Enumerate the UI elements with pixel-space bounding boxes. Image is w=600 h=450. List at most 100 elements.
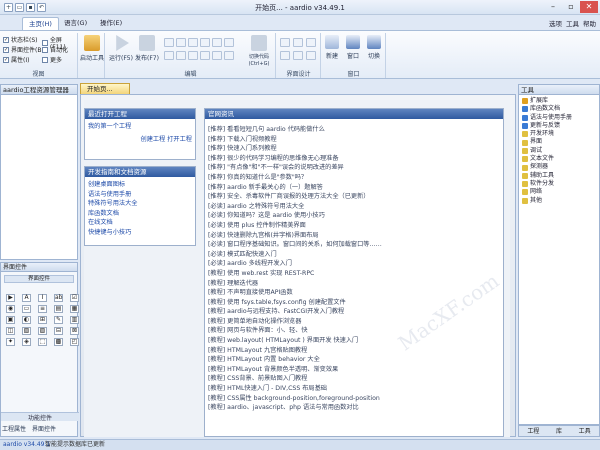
tab-language[interactable]: 语言(G): [58, 17, 93, 30]
publish-button[interactable]: 发布(F7): [134, 35, 160, 62]
switch-window-button[interactable]: 切换: [364, 35, 384, 60]
find-icon[interactable]: [224, 38, 234, 47]
outdent-icon[interactable]: [176, 51, 186, 60]
news-item[interactable]: [必读] 模式匹配快速入门: [208, 250, 500, 260]
news-item[interactable]: [推荐] "有点像"和"不一样"误会的说明改进的差异: [208, 163, 500, 173]
tools-tree-item[interactable]: 界面: [522, 138, 596, 146]
frame-tool[interactable]: ▣: [6, 316, 15, 324]
static-tool[interactable]: ⬚: [38, 338, 47, 346]
picture-tool[interactable]: ▥: [70, 316, 79, 324]
listview-tool[interactable]: ▨: [38, 327, 47, 335]
more-check[interactable]: 更多: [42, 55, 62, 64]
tab-home[interactable]: 主页(H): [22, 17, 59, 30]
bookmark-icon[interactable]: [224, 51, 234, 60]
menu-options[interactable]: 选项: [549, 18, 562, 28]
tools-tree-item[interactable]: 其他: [522, 197, 596, 205]
checkbox-tool[interactable]: ☑: [70, 294, 79, 302]
tools-tree-item[interactable]: 探测器: [522, 163, 596, 171]
controls-subheader[interactable]: 界面控件: [4, 275, 74, 283]
guide-link[interactable]: 特殊符号用法大全: [88, 199, 192, 209]
news-item[interactable]: [教程] web.layout( HTMLayout ) 界面开发 快速入门: [208, 336, 500, 346]
align-left-icon[interactable]: [280, 38, 290, 47]
news-item[interactable]: [教程] CSS背景、前景贴图入门教程: [208, 374, 500, 384]
open-project-link[interactable]: 打开工程: [167, 136, 192, 143]
guide-link[interactable]: 创建桌面图标: [88, 180, 192, 190]
copy-icon[interactable]: [176, 38, 186, 47]
news-item[interactable]: [推荐] 看看短短几句 aardio 代码能做什么: [208, 125, 500, 135]
richedit-tool[interactable]: ✎: [54, 316, 63, 324]
menu-tools[interactable]: 工具: [566, 18, 579, 28]
create-project-link[interactable]: 创建工程: [141, 136, 166, 143]
pointer-tool[interactable]: ▶: [6, 294, 15, 302]
align-middle-icon[interactable]: [293, 51, 303, 60]
run-button[interactable]: 运行(F5): [108, 35, 134, 62]
menu-help[interactable]: 帮助: [583, 18, 596, 28]
calendar-tool[interactable]: ▩: [54, 338, 63, 346]
label-tool[interactable]: A: [22, 294, 31, 302]
format-icon[interactable]: [212, 51, 222, 60]
guide-link[interactable]: 语法与使用手册: [88, 190, 192, 200]
spin-tool[interactable]: ⊠: [70, 327, 79, 335]
tools-tree-item[interactable]: 开发环境: [522, 130, 596, 138]
cursor-tool[interactable]: I: [38, 294, 47, 302]
close-button[interactable]: ✕: [580, 1, 598, 13]
new-window-button[interactable]: 新建: [322, 35, 342, 60]
table-tool[interactable]: ⊞: [38, 316, 47, 324]
news-item[interactable]: [教程] CSS属性 background-position,foregroun…: [208, 394, 500, 404]
undo-icon[interactable]: ↶: [37, 3, 46, 12]
listbox-tool[interactable]: ≡: [38, 305, 47, 313]
function-controls-header[interactable]: 功能控件: [1, 412, 79, 422]
tab-operation[interactable]: 操作(E): [94, 17, 128, 30]
news-item[interactable]: [教程] 使用 web.rest 实现 REST-RPC: [208, 269, 500, 279]
indent-icon[interactable]: [164, 51, 174, 60]
align-bottom-icon[interactable]: [306, 51, 316, 60]
save-icon[interactable]: ▪: [26, 3, 35, 12]
launch-tool-button[interactable]: 启动工具: [79, 35, 105, 62]
progress-tool[interactable]: ◐: [22, 316, 31, 324]
radio-tool[interactable]: ◉: [6, 305, 15, 313]
news-item[interactable]: [推荐] 很少的代码学习编程的思维像无心理准备: [208, 154, 500, 164]
news-item[interactable]: [必读] 快速删除九宫格(井字格)界面布局: [208, 231, 500, 241]
version-link[interactable]: aardio v34.49.1: [3, 440, 50, 450]
news-item[interactable]: [教程] aardio、javascript、php 语法与常用函数对比: [208, 403, 500, 413]
news-item[interactable]: [必读] aardio 之特殊符号用法大全: [208, 202, 500, 212]
news-item[interactable]: [教程] HTML快速入门 - DIV,CSS 布局基础: [208, 384, 500, 394]
tab-tool[interactable]: ◫: [6, 327, 15, 335]
tab-library[interactable]: 库: [556, 426, 562, 436]
ui-controls-check[interactable]: ✓ 界面控件(B): [3, 45, 44, 54]
news-item[interactable]: [推荐] 下载入门视频教程: [208, 135, 500, 145]
combobox-tool[interactable]: ▤: [54, 305, 63, 313]
undo-edit-icon[interactable]: [200, 38, 210, 47]
plus-tool[interactable]: ✦: [6, 338, 15, 346]
tools-tree-item[interactable]: 语法与使用手册: [522, 114, 596, 122]
statusbar-check[interactable]: ✓ 状态栏(S): [3, 35, 38, 44]
grid-tool[interactable]: ▦: [70, 305, 79, 313]
project-explorer-tree[interactable]: [0, 95, 78, 260]
tab-ui-controls[interactable]: 界面控件: [32, 424, 56, 433]
treeview-tool[interactable]: ▧: [22, 327, 31, 335]
align-center-icon[interactable]: [293, 38, 303, 47]
trackbar-tool[interactable]: ⊟: [54, 327, 63, 335]
comment-icon[interactable]: [188, 51, 198, 60]
minimize-button[interactable]: –: [544, 1, 562, 13]
paste-icon[interactable]: [188, 38, 198, 47]
open-folder-icon[interactable]: ▭: [15, 3, 24, 12]
tools-tree-item[interactable]: 调试: [522, 147, 596, 155]
automation-check[interactable]: 自动化: [42, 45, 68, 54]
cut-icon[interactable]: [164, 38, 174, 47]
button-tool[interactable]: ▭: [22, 305, 31, 313]
news-item[interactable]: [推荐] 你真的知道什么是"参数"吗？: [208, 173, 500, 183]
guide-link[interactable]: 在线文档: [88, 218, 192, 228]
tab-project-properties[interactable]: 工程属性: [2, 424, 26, 433]
news-item[interactable]: [推荐] aardio 新手最关心的（一）题解答: [208, 183, 500, 193]
doc-tab-start[interactable]: 开始页...: [80, 83, 130, 94]
news-item[interactable]: [推荐] 安全、杀毒软件厂商误报的处理方法大全（已更新）: [208, 192, 500, 202]
news-item[interactable]: [推荐] 快速入门系列教程: [208, 144, 500, 154]
switch-code-button[interactable]: 切换代码 (Ctrl+G): [244, 35, 274, 67]
news-item[interactable]: [必读] 你知道吗？这是 aardio 使用小技巧: [208, 211, 500, 221]
news-item[interactable]: [教程] 网页与软件界面：小、轻、快: [208, 326, 500, 336]
tools-tree-item[interactable]: 网络: [522, 188, 596, 196]
tools-tree-item[interactable]: 库函数文档: [522, 105, 596, 113]
tools-tree-item[interactable]: 辅助工具: [522, 172, 596, 180]
news-item[interactable]: [教程] 理解迭代器: [208, 279, 500, 289]
